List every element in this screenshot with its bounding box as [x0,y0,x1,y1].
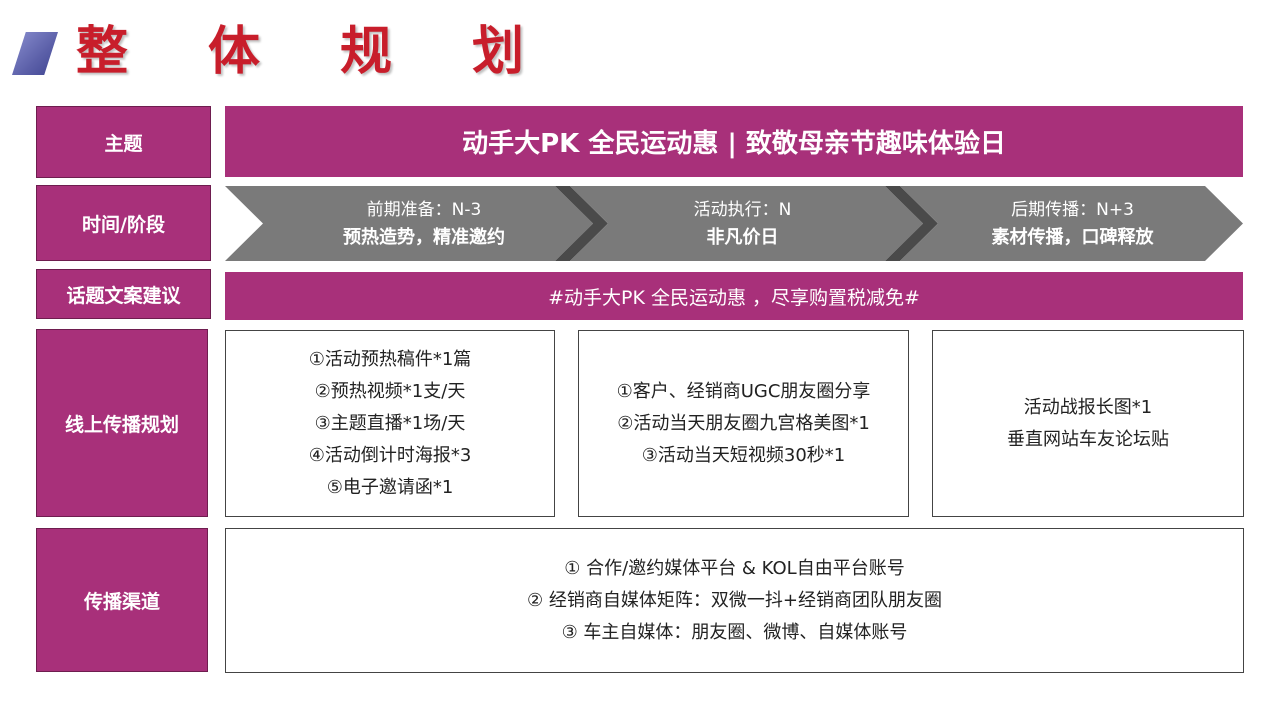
topic-banner: #动手大PK 全民运动惠 ，尽享购置税减免# [225,272,1243,320]
stage-post-name: 后期传播：N+3 [1011,199,1134,220]
plan-line: ①客户、经销商UGC朋友圈分享 [616,380,871,402]
channel-label: 传播渠道 [36,528,208,672]
plan-line: ①活动预热稿件*1篇 [308,348,472,370]
plan-line: ②预热视频*1支/天 [314,380,466,402]
time-label: 时间/阶段 [36,185,211,261]
theme-label: 主题 [36,106,211,178]
plan-line: ④活动倒计时海报*3 [308,444,472,466]
online-plan-label: 线上传播规划 [36,329,208,517]
stage-exec-name: 活动执行：N [693,199,792,220]
channel-line: ① 合作/邀约媒体平台 & KOL自由平台账号 [564,557,905,579]
plan-line: ③主题直播*1场/天 [314,412,466,434]
online-plan-execution: ①客户、经销商UGC朋友圈分享 ②活动当天朋友圈九宫格美图*1 ③活动当天短视频… [578,330,909,517]
stage-pre: 前期准备：N-3 预热造势，精准邀约 [263,186,585,261]
topic-label: 话题文案建议 [36,269,211,319]
plan-line: 活动战报长图*1 [1023,396,1153,418]
stage-pre-name: 前期准备：N-3 [366,199,482,220]
online-plan-preheat: ①活动预热稿件*1篇 ②预热视频*1支/天 ③主题直播*1场/天 ④活动倒计时海… [225,330,555,517]
plan-line: ⑤电子邀请函*1 [326,476,454,498]
plan-line: ③活动当天短视频30秒*1 [641,444,846,466]
channel-line: ② 经销商自媒体矩阵：双微一抖+经销商团队朋友圈 [527,589,942,611]
stage-pre-desc: 预热造势，精准邀约 [343,226,505,248]
channel-line: ③ 车主自媒体：朋友圈、微博、自媒体账号 [561,621,908,643]
stage-post-desc: 素材传播，口碑释放 [991,226,1154,248]
stage-exec-desc: 非凡价日 [706,226,779,248]
plan-line: 垂直网站车友论坛贴 [1007,428,1169,450]
channels-box: ① 合作/邀约媒体平台 & KOL自由平台账号 ② 经销商自媒体矩阵：双微一抖+… [225,528,1244,673]
title-accent-bar [12,32,58,75]
plan-line: ②活动当天朋友圈九宫格美图*1 [617,412,870,434]
online-plan-post: 活动战报长图*1 垂直网站车友论坛贴 [932,330,1244,517]
stage-post: 后期传播：N+3 素材传播，口碑释放 [920,186,1225,261]
page-title: 整体规划 [76,22,605,82]
theme-banner: 动手大PK 全民运动惠 | 致敬母亲节趣味体验日 [225,106,1243,177]
stage-exec: 活动执行：N 非凡价日 [600,186,885,261]
